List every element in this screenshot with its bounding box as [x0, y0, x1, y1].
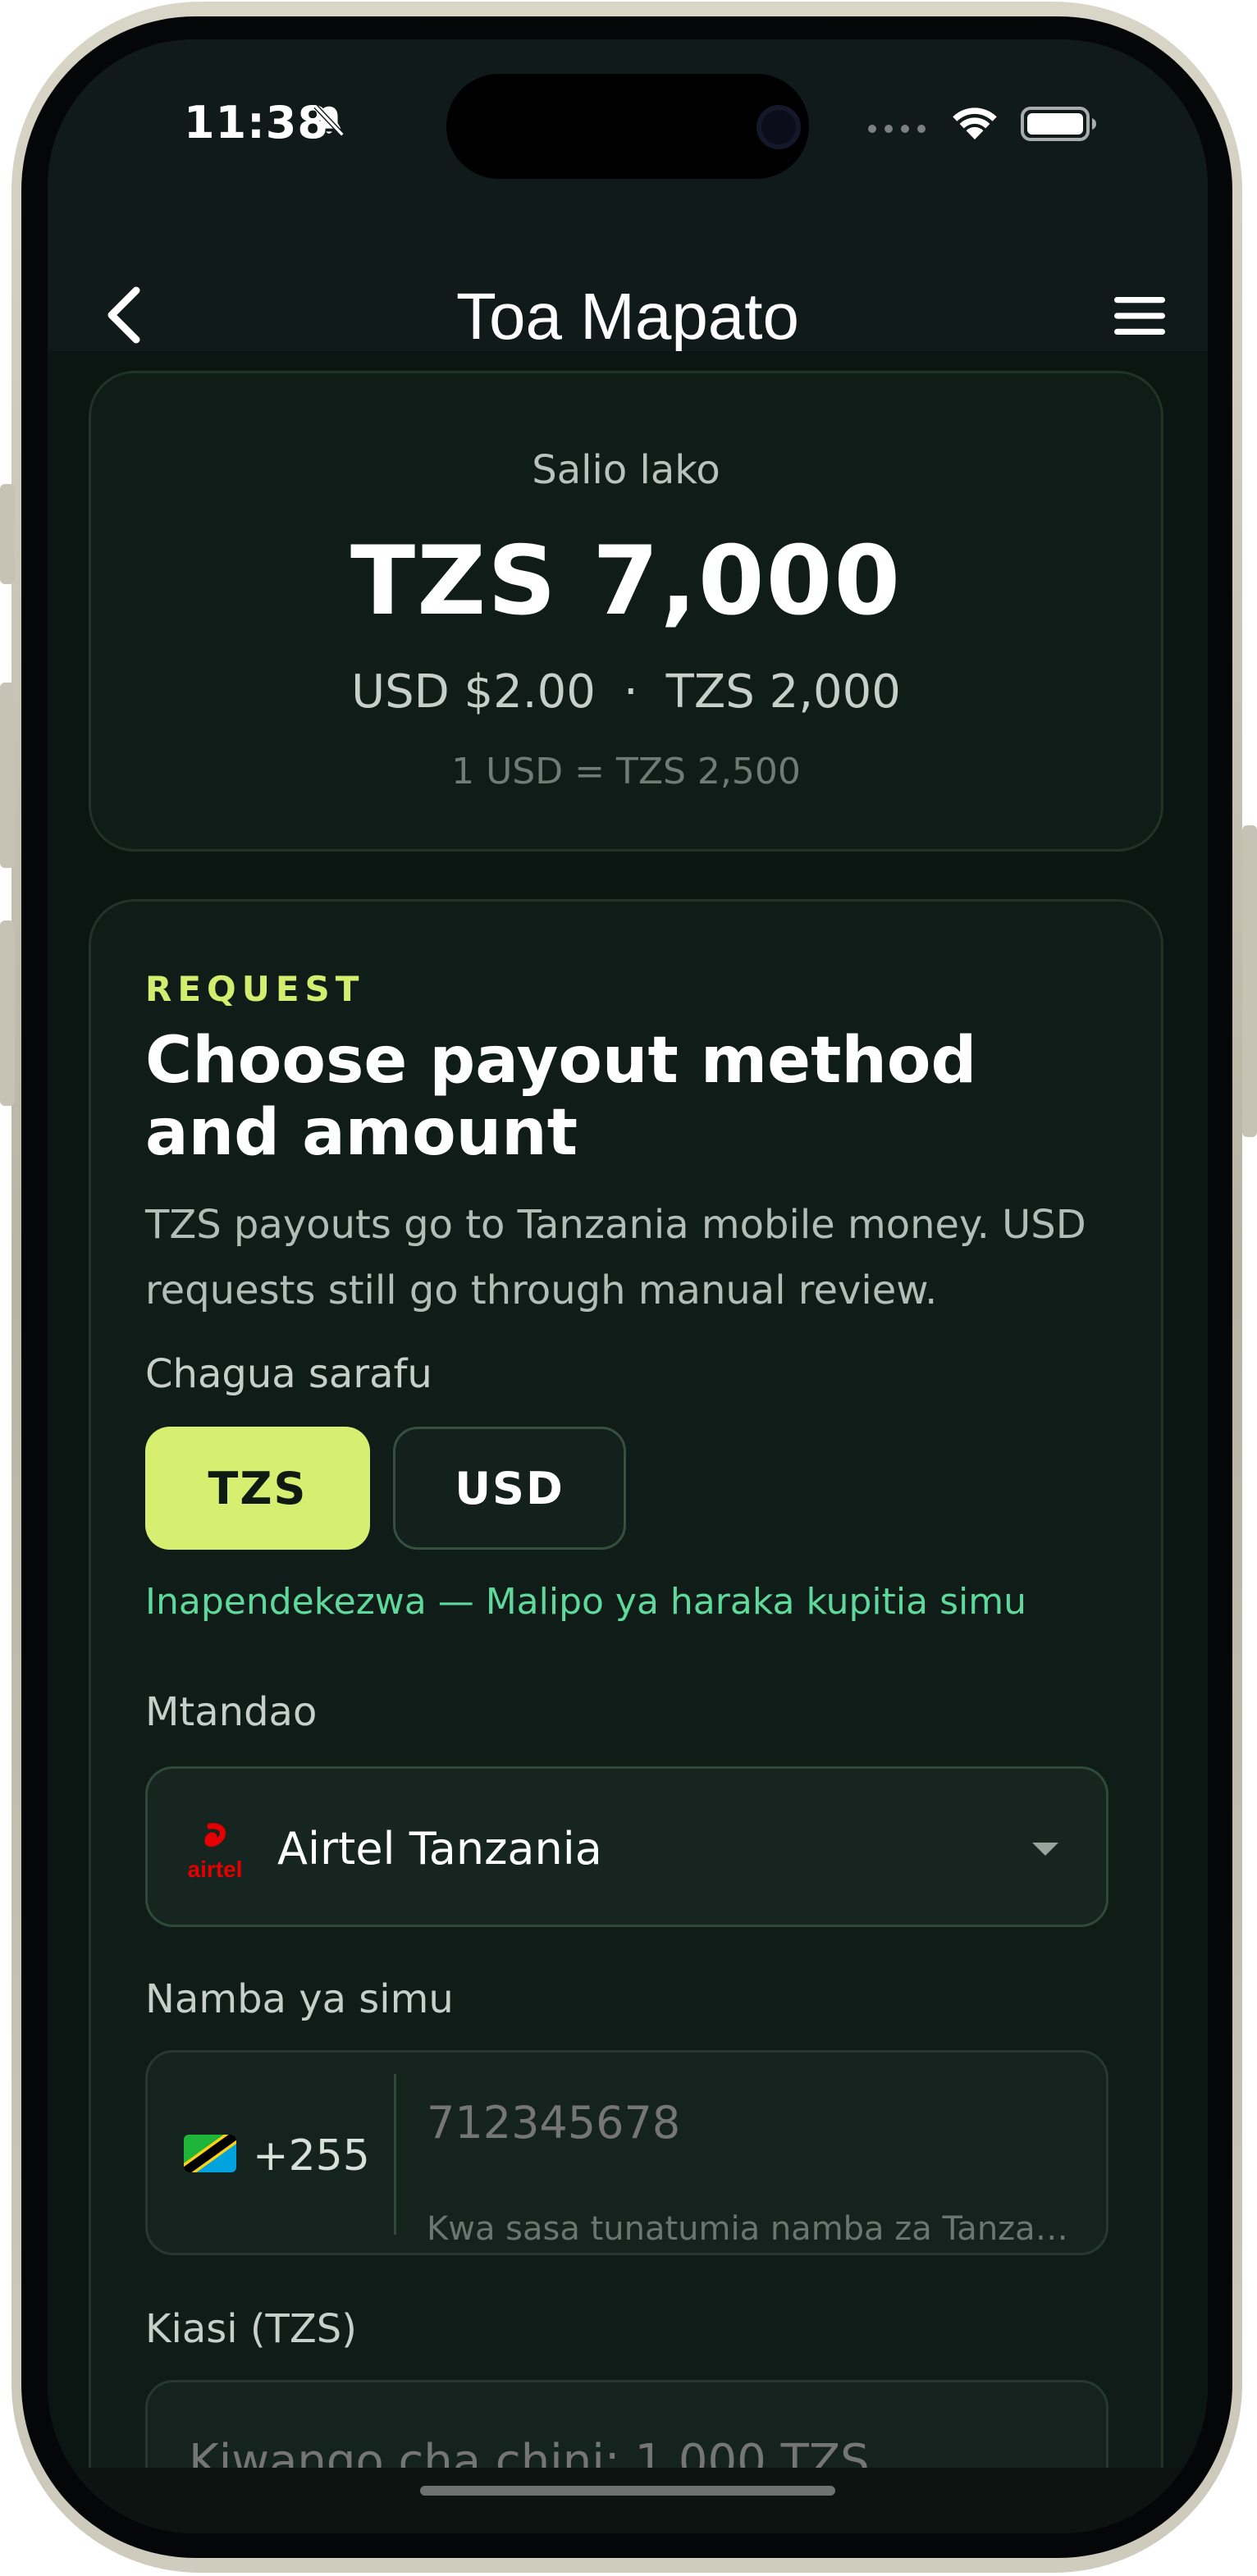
- phone-label: Namba ya simu: [145, 1976, 454, 2022]
- signal-icon: [868, 125, 926, 133]
- request-card: REQUEST Choose payout method and amount …: [89, 899, 1163, 2533]
- network-label: Mtandao: [145, 1689, 318, 1735]
- exchange-rate: 1 USD = TZS 2,500: [451, 751, 801, 792]
- battery-icon: [1021, 107, 1096, 141]
- status-bar: 11:38: [48, 39, 1208, 203]
- power-button: [1242, 825, 1257, 1137]
- navigation-bar: Toa Mapato: [48, 203, 1208, 353]
- hamburger-menu-icon[interactable]: [1114, 295, 1165, 336]
- phone-divider: [394, 2074, 396, 2235]
- camera-icon: [756, 105, 801, 149]
- caret-down-icon: [1032, 1843, 1058, 1856]
- bottom-safe-area: [48, 2468, 1208, 2533]
- balance-breakdown: USD $2.00 · TZS 2,000: [91, 665, 1161, 719]
- scroll-content[interactable]: Salio lako TZS 7,000 USD $2.00 · TZS 2,000…: [48, 351, 1208, 2533]
- balance-card: Salio lako TZS 7,000 USD $2.00 · TZS 2,000…: [89, 371, 1163, 852]
- amount-label: Kiasi (TZS): [145, 2306, 357, 2352]
- balance-tzs: TZS 2,000: [665, 665, 901, 719]
- page-title: Toa Mapato: [455, 280, 800, 353]
- volume-down-button: [0, 920, 15, 1106]
- wifi-icon: [953, 107, 997, 139]
- action-button: [0, 484, 15, 584]
- currency-label: Chagua sarafu: [145, 1351, 432, 1397]
- section-eyebrow: REQUEST: [145, 969, 365, 1009]
- balance-amount: TZS 7,000: [350, 526, 903, 637]
- balance-label: Salio lako: [532, 447, 720, 493]
- bell-slash-icon: [313, 104, 345, 137]
- currency-usd-button[interactable]: USD: [393, 1427, 626, 1550]
- screen: 11:38 Toa Mapato Salio lako TZS 7,000 US…: [48, 39, 1208, 2533]
- dial-code[interactable]: +255: [253, 2131, 370, 2181]
- balance-usd: USD $2.00: [351, 665, 596, 719]
- home-indicator[interactable]: [420, 2486, 835, 2496]
- recommendation-text: Inapendekezwa — Malipo ya haraka kupitia…: [145, 1581, 1026, 1623]
- volume-up-button: [0, 683, 15, 868]
- balance-separator: ·: [623, 665, 638, 719]
- airtel-logo-text: airtel: [188, 1857, 243, 1882]
- network-value: Airtel Tanzania: [277, 1823, 602, 1875]
- tanzania-flag-icon: [184, 2135, 236, 2172]
- network-select[interactable]: airtel Airtel Tanzania: [145, 1766, 1108, 1927]
- phone-hint: Kwa sasa tunatumia namba za Tanzania tu: [427, 2210, 1083, 2248]
- dynamic-island: [446, 74, 809, 179]
- phone-input[interactable]: [427, 2097, 1083, 2149]
- currency-tzs-button[interactable]: TZS: [145, 1427, 370, 1550]
- phone-field[interactable]: +255 Kwa sasa tunatumia namba za Tanzani…: [145, 2050, 1108, 2255]
- status-time: 11:38: [184, 97, 329, 148]
- airtel-logo-icon: airtel: [188, 1823, 243, 1882]
- section-title: Choose payout method and amount: [145, 1024, 977, 1170]
- section-description: TZS payouts go to Tanzania mobile money.…: [145, 1202, 1086, 1313]
